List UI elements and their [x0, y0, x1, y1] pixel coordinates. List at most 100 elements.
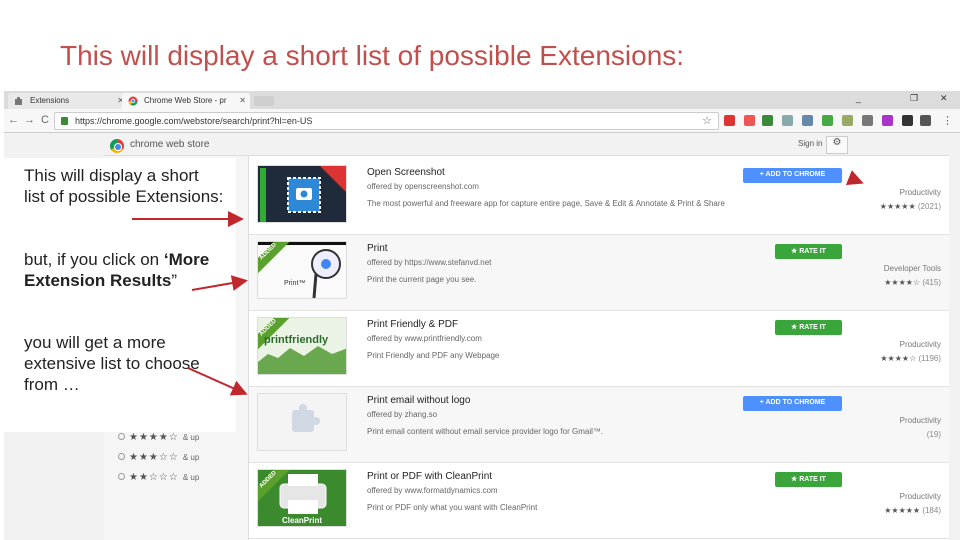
rating: (19)	[927, 430, 941, 439]
extension-description: Print or PDF only what you want with Cle…	[367, 503, 538, 512]
extension-icon[interactable]	[822, 115, 833, 126]
extension-icon[interactable]	[920, 115, 931, 126]
extension-icon[interactable]	[744, 115, 755, 126]
store-name: chrome web store	[130, 139, 210, 150]
result-item[interactable]: ADDED printfriendly Print Friendly & PDF…	[249, 311, 949, 387]
rate-it-button[interactable]: ★ RATE IT	[775, 320, 842, 335]
address-bar[interactable]: https://chrome.google.com/webstore/searc…	[54, 112, 719, 130]
rating-filter-2[interactable]: ★★☆☆☆ & up	[118, 472, 199, 483]
extension-title[interactable]: Print or PDF with CleanPrint	[367, 471, 492, 482]
rating-label: & up	[182, 433, 200, 442]
add-to-chrome-button[interactable]: + ADD TO CHROME	[743, 168, 842, 183]
close-window-icon[interactable]: ✕	[940, 93, 948, 104]
add-to-chrome-button[interactable]: + ADD TO CHROME	[743, 396, 842, 411]
slide-title: This will display a short list of possib…	[60, 40, 685, 71]
lock-icon	[61, 117, 68, 125]
printfriendly-thumbnail: ADDED printfriendly	[257, 317, 347, 375]
category-label: Productivity	[899, 416, 941, 425]
open-screenshot-thumbnail	[257, 165, 347, 223]
tab-label: Chrome Web Store - pr	[144, 96, 227, 105]
minimize-icon[interactable]: _	[856, 93, 861, 103]
offered-by: offered by openscreenshot.com	[367, 182, 479, 191]
annotation-3: you will get a more extensive list to ch…	[24, 333, 200, 394]
extension-icon[interactable]	[842, 115, 853, 126]
result-item[interactable]: ADDED CleanPrint Print or PDF with Clean…	[249, 463, 949, 539]
star-rating-icon: ★★★★☆	[129, 432, 179, 443]
offered-by: offered by https://www.stefanvd.net	[367, 258, 492, 267]
tab-label: Extensions	[30, 96, 70, 105]
gear-icon[interactable]: ⚙	[826, 136, 848, 154]
store-header: chrome web store Sign in ⚙	[104, 134, 949, 156]
back-arrow-icon[interactable]: ←	[8, 114, 19, 126]
extension-description: The most powerful and freeware app for c…	[367, 199, 725, 208]
thumb-label: Print™	[284, 280, 306, 287]
category-label: Developer Tools	[883, 264, 941, 273]
annotation-1: This will display a short list of possib…	[24, 166, 224, 206]
extension-icon[interactable]	[782, 115, 793, 126]
category-label: Productivity	[899, 340, 941, 349]
rating-count: (184)	[922, 506, 941, 515]
radio-button[interactable]	[118, 433, 125, 440]
tab-close-icon[interactable]: ✕	[239, 96, 246, 105]
rating-count: (2021)	[917, 202, 941, 211]
category-label: Productivity	[899, 188, 941, 197]
extension-title[interactable]: Open Screenshot	[367, 167, 445, 178]
chrome-icon	[128, 96, 138, 106]
radio-button[interactable]	[118, 453, 125, 460]
star-rating-icon: ★★★★☆	[880, 354, 917, 363]
annotation-2-pre: but, if you click on	[24, 250, 164, 269]
tab-chrome-web-store[interactable]: Chrome Web Store - pr ✕	[122, 93, 250, 109]
rating: ★★★★☆ (1196)	[880, 354, 941, 363]
cleanprint-thumbnail: ADDED CleanPrint	[257, 469, 347, 527]
result-item[interactable]: Open Screenshot offered by openscreensho…	[249, 159, 949, 235]
result-item[interactable]: ADDED Print™ Print offered by https://ww…	[249, 235, 949, 311]
extension-icon[interactable]	[862, 115, 873, 126]
tab-extensions[interactable]: Extensions ✕	[8, 93, 128, 109]
extension-description: Print the current page you see.	[367, 275, 477, 284]
annotation-2-post: ”	[171, 271, 178, 290]
rate-it-button[interactable]: ★ RATE IT	[775, 472, 842, 487]
rating: ★★★★★ (184)	[884, 506, 941, 515]
extension-icon[interactable]	[902, 115, 913, 126]
rating-count: (19)	[926, 430, 941, 439]
extension-icon[interactable]	[724, 115, 735, 126]
rating-count: (415)	[922, 278, 941, 287]
reload-icon[interactable]: C	[41, 114, 49, 126]
rating-label: & up	[182, 453, 200, 462]
forward-arrow-icon[interactable]: →	[24, 114, 35, 126]
sign-in-link[interactable]: Sign in	[798, 139, 822, 148]
result-item[interactable]: Print email without logo offered by zhan…	[249, 387, 949, 463]
extension-title[interactable]: Print Friendly & PDF	[367, 319, 458, 330]
extension-icon[interactable]	[882, 115, 893, 126]
new-tab-button[interactable]	[254, 96, 274, 106]
extension-title[interactable]: Print	[367, 243, 388, 254]
web-store-logo-icon	[110, 139, 124, 153]
menu-icon[interactable]: ⋮	[942, 114, 953, 127]
offered-by: offered by www.printfriendly.com	[367, 334, 482, 343]
tab-bar: Extensions ✕ Chrome Web Store - pr ✕ _ ❐…	[4, 91, 960, 109]
puzzle-icon	[14, 96, 24, 106]
url-text: https://chrome.google.com/webstore/searc…	[75, 116, 313, 126]
restore-icon[interactable]: ❐	[910, 93, 918, 104]
rate-it-button[interactable]: ★ RATE IT	[775, 244, 842, 259]
star-rating-icon: ★★☆☆☆	[129, 472, 179, 483]
extension-title[interactable]: Print email without logo	[367, 395, 470, 406]
star-rating-icon: ★★★★★	[879, 202, 916, 211]
category-label: Productivity	[899, 492, 941, 501]
thumb-label: printfriendly	[264, 334, 329, 346]
rating-filter-4[interactable]: ★★★★☆ & up	[118, 432, 199, 443]
print-thumbnail: ADDED Print™	[257, 241, 347, 299]
rating-filter-3[interactable]: ★★★☆☆ & up	[118, 452, 199, 463]
print-email-thumbnail	[257, 393, 347, 451]
radio-button[interactable]	[118, 473, 125, 480]
extension-description: Print email content without email servic…	[367, 427, 604, 436]
annotation-2: but, if you click on ‘More Extension Res…	[24, 249, 224, 291]
rating-count: (1196)	[918, 354, 941, 363]
offered-by: offered by zhang.so	[367, 410, 438, 419]
star-rating-icon: ★★★☆☆	[129, 452, 179, 463]
bookmark-star-icon[interactable]: ☆	[702, 114, 712, 127]
extension-description: Print Friendly and PDF any Webpage	[367, 351, 500, 360]
extension-icon[interactable]	[802, 115, 813, 126]
rating-label: & up	[182, 473, 200, 482]
extension-icon[interactable]	[762, 115, 773, 126]
